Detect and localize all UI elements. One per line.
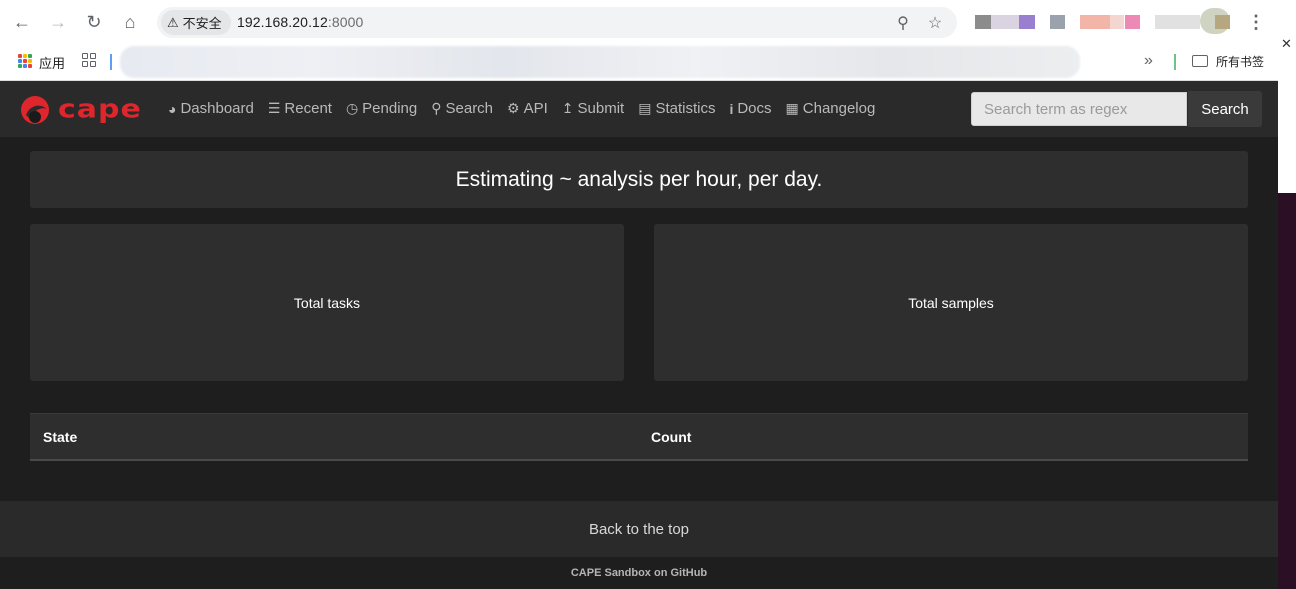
background-window [1278,193,1296,589]
total-samples-label: Total samples [908,294,994,311]
column-header-state: State [43,429,78,445]
side-window-strip: ✕ [1278,36,1296,589]
estimate-heading: Estimating ~ analysis per hour, per day. [455,167,823,191]
gear-icon: ⚙ [507,100,520,116]
nav-api[interactable]: ⚙ API [507,100,548,117]
all-bookmarks-label[interactable]: 所有书签 [1216,53,1264,70]
extension-icon[interactable] [1110,15,1124,29]
calendar-icon: ▦ [785,100,799,116]
blurred-bookmarks[interactable] [120,46,1080,78]
apps-icon[interactable] [18,54,32,68]
browser-menu-icon[interactable]: ⋮ [1246,10,1266,34]
column-header-count: Count [651,429,692,445]
nav-docs[interactable]: i Docs [729,100,771,117]
home-icon[interactable]: ⌂ [116,8,144,36]
extension-icon[interactable] [1125,15,1140,29]
back-to-top-label: Back to the top [588,520,690,538]
nav-label: Statistics [655,100,716,117]
url-text[interactable]: 192.168.20.12:8000 [237,14,363,30]
chart-icon: ▤ [638,100,652,116]
nav-search[interactable]: ⚲ Search [431,100,493,117]
extension-icon[interactable] [1050,15,1065,29]
nav-dashboard[interactable]: ◕ Dashboard [168,100,254,117]
forward-arrow-icon[interactable]: → [44,8,72,36]
top-navbar: cape ◕ Dashboard ☰ Recent ◷ Pending ⚲ Se… [0,81,1278,137]
estimate-panel: Estimating ~ analysis per hour, per day. [30,151,1248,208]
footer: CAPE Sandbox on GitHub [0,557,1278,589]
state-count-table: State Count [30,413,1248,461]
nav-label: API [523,100,548,117]
nav-label: Changelog [802,100,876,117]
bookmarks-bar: 应用 » 所有书签 [0,44,1296,81]
nav-label: Pending [362,100,418,117]
nav-recent[interactable]: ☰ Recent [268,100,332,117]
url-host: 192.168.20.12 [237,14,328,30]
browser-chrome: ← → ↻ ⌂ ⚠ 不安全 192.168.20.12:8000 ⚲ ☆ ⋮ 应… [0,0,1296,81]
extension-icon[interactable] [1080,15,1110,29]
warning-icon: ⚠ [167,14,179,30]
extension-icon[interactable] [1019,15,1035,29]
nav-label: Search [445,100,494,117]
search-button[interactable]: Search [1188,91,1262,127]
total-tasks-label: Total tasks [293,294,361,311]
nav-label: Dashboard [180,100,254,117]
cape-logo-icon [21,96,49,124]
back-to-top-link[interactable]: Back to the top [0,501,1278,557]
total-tasks-card: Total tasks [30,224,624,381]
nav-label: Submit [577,100,625,117]
list-icon: ☰ [267,100,281,116]
close-icon[interactable]: ✕ [1281,36,1292,52]
extension-icon[interactable] [1155,15,1200,29]
bookmark-divider [110,54,112,70]
extension-icon[interactable] [1215,15,1230,29]
browser-toolbar: ← → ↻ ⌂ ⚠ 不安全 192.168.20.12:8000 ⚲ ☆ ⋮ [0,0,1296,44]
clock-icon: ◷ [345,100,359,116]
chevron-more-icon[interactable]: » [1144,52,1153,70]
reload-icon[interactable]: ↻ [80,8,108,36]
dashboard-icon: ◕ [168,100,177,117]
nav-label: Recent [284,100,332,117]
zoom-icon[interactable]: ⚲ [892,12,914,34]
search-icon: ⚲ [431,100,442,116]
github-link[interactable]: CAPE Sandbox on GitHub [571,567,707,579]
folder-icon[interactable] [1192,55,1208,67]
url-port: :8000 [327,14,364,30]
security-label: 不安全 [182,16,222,31]
extension-icon[interactable] [975,15,991,29]
info-icon: i [729,100,734,117]
nav-statistics[interactable]: ▤ Statistics [638,100,715,117]
address-bar[interactable]: ⚠ 不安全 192.168.20.12:8000 ⚲ ☆ [157,7,957,38]
nav-changelog[interactable]: ▦ Changelog [786,100,876,117]
nav-links: ◕ Dashboard ☰ Recent ◷ Pending ⚲ Search … [168,100,889,117]
grid-icon[interactable] [82,53,96,67]
regex-search-input[interactable] [971,92,1187,126]
nav-label: Docs [737,100,772,117]
page-content: cape ◕ Dashboard ☰ Recent ◷ Pending ⚲ Se… [0,81,1278,589]
cape-logo[interactable]: cape [20,91,142,127]
upload-icon: ↥ [561,100,574,116]
back-arrow-icon[interactable]: ← [8,8,36,36]
extension-icon[interactable] [991,15,1019,29]
bookmark-divider [1174,54,1176,70]
nav-pending[interactable]: ◷ Pending [346,100,417,117]
nav-submit[interactable]: ↥ Submit [562,100,624,117]
brand-name: cape [58,94,142,124]
total-samples-card: Total samples [654,224,1248,381]
security-indicator[interactable]: ⚠ 不安全 [161,10,231,35]
bookmark-star-icon[interactable]: ☆ [924,12,946,34]
apps-label[interactable]: 应用 [39,53,65,72]
